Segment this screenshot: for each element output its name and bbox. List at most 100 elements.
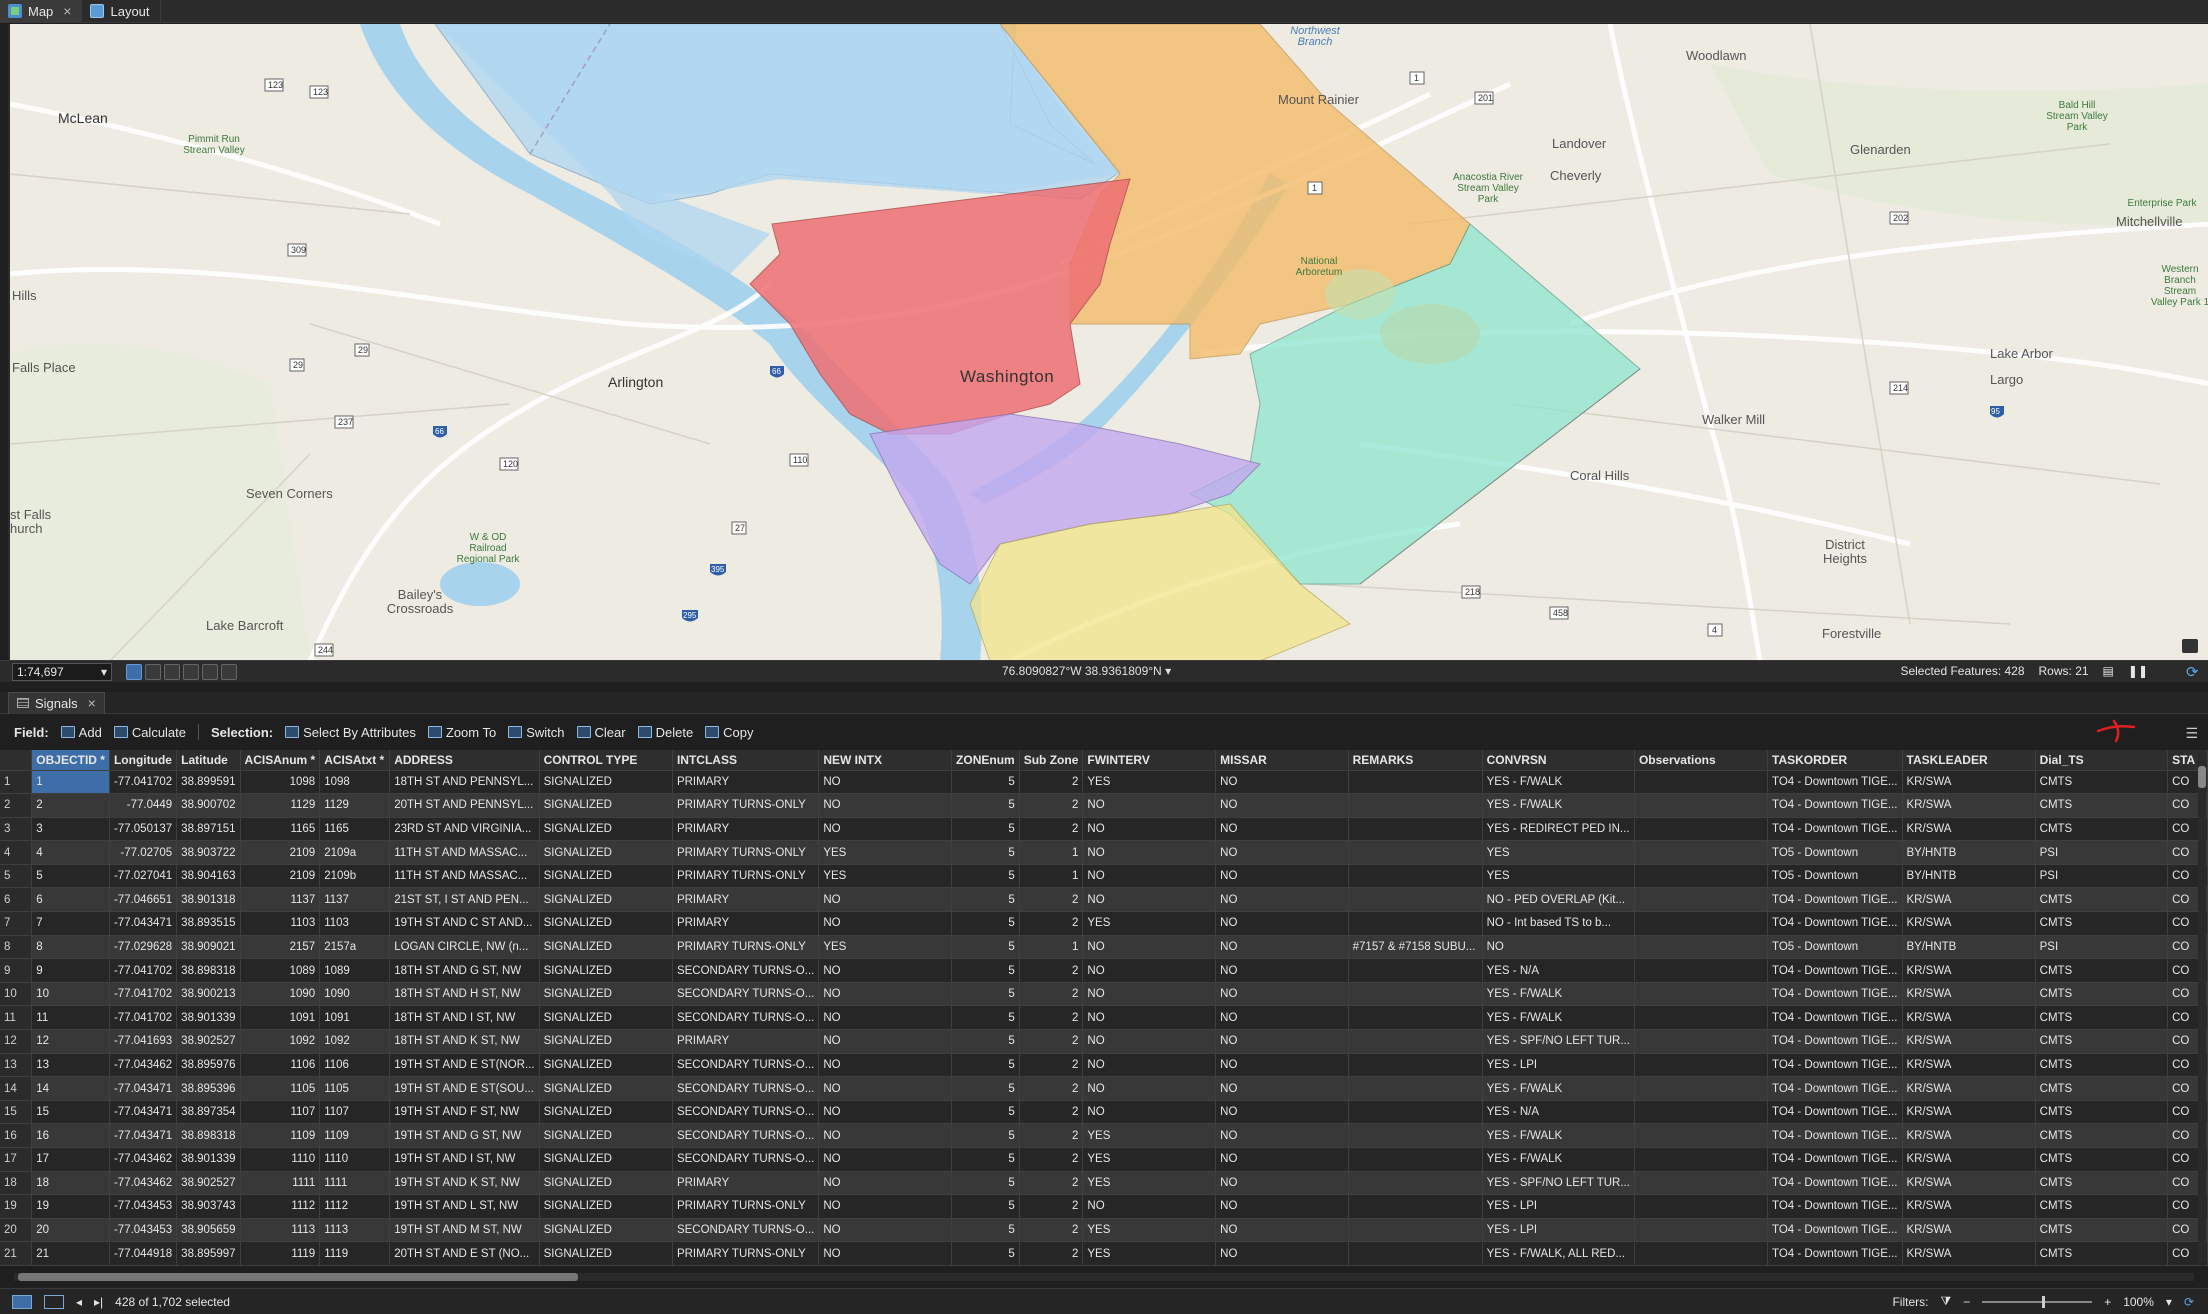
column-header[interactable]: OBJECTID *	[31, 750, 110, 771]
fixed-zoom-icon[interactable]	[202, 663, 218, 680]
column-header[interactable]: ZONEnum	[951, 750, 1020, 771]
refresh-icon[interactable]: ⟳	[2186, 663, 2202, 681]
vertical-scrollbar[interactable]	[2198, 752, 2206, 1262]
last-record-icon[interactable]: ▸|	[94, 1295, 103, 1309]
table-row[interactable]: 9 9 -77.041702 38.898318 1089 1089 18TH ST AND…	[0, 958, 2208, 983]
row-number[interactable]: 18	[0, 1171, 33, 1196]
table-row[interactable]: 12 12 -77.041693 38.902527 1092 1092 18TH ST A…	[0, 1029, 2208, 1054]
table-row[interactable]: 11 11 -77.041702 38.901339 1091 1091 18TH ST A…	[0, 1005, 2208, 1031]
column-header[interactable]: TASKLEADER	[1902, 750, 2036, 771]
explore-tool-icon[interactable]	[126, 663, 142, 680]
zoom-level[interactable]: 100%	[2123, 1295, 2154, 1309]
column-header[interactable]: ACISAtxt *	[319, 750, 391, 771]
filter-icon[interactable]: ⧩	[1940, 1294, 1951, 1309]
table-row[interactable]: 18 18 -77.043462 38.902527 1111 1111 19TH ST A…	[0, 1171, 2208, 1196]
row-number[interactable]: 19	[0, 1194, 33, 1219]
clear-button[interactable]: Clear	[576, 725, 626, 740]
table-row[interactable]: 2 2 -77.0449 38.900702 1129 1129 20TH ST AND P…	[0, 793, 2208, 818]
select-all-corner[interactable]	[0, 750, 33, 771]
table-row[interactable]: 10 10 -77.041702 38.900213 1090 1090 18TH ST A…	[0, 982, 2208, 1007]
zoom-out-icon[interactable]: −	[1963, 1295, 1970, 1309]
table-options-menu-icon[interactable]: ☰	[2185, 725, 2198, 742]
row-number[interactable]: 8	[0, 935, 33, 960]
refresh-icon[interactable]: ⟳	[2184, 1295, 2194, 1309]
row-number[interactable]: 15	[0, 1100, 33, 1125]
row-number[interactable]: 5	[0, 864, 33, 889]
table-row[interactable]: 1 1 -77.041702 38.899591 1098 1098 18TH ST AND…	[0, 770, 2208, 795]
select-by-attributes-button[interactable]: Select By Attributes	[285, 725, 416, 740]
row-number[interactable]: 7	[0, 911, 33, 936]
table-row[interactable]: 21 21 -77.044918 38.895997 1119 1119 20TH ST A…	[0, 1241, 2208, 1266]
row-number[interactable]: 2	[0, 793, 33, 818]
close-icon[interactable]: ×	[63, 3, 71, 19]
row-number[interactable]: 13	[0, 1053, 33, 1078]
row-number[interactable]: 21	[0, 1241, 33, 1266]
tab-layout[interactable]: Layout	[82, 0, 161, 22]
table-row[interactable]: 4 4 -77.02705 38.903722 2109 2109a 11TH ST AND…	[0, 840, 2208, 865]
row-number[interactable]: 20	[0, 1218, 33, 1243]
grid-tool-icon[interactable]	[145, 663, 161, 680]
table-row[interactable]: 7 7 -77.043471 38.893515 1103 1103 19TH ST AND…	[0, 911, 2208, 936]
row-number[interactable]: 11	[0, 1005, 33, 1031]
coordinate-readout[interactable]: 76.8090827°W 38.9361809°N ▾	[1002, 664, 1171, 678]
add-field-button[interactable]: Add	[60, 725, 102, 740]
column-header[interactable]: MISSAR	[1215, 750, 1349, 771]
column-header[interactable]: ACISAnum *	[240, 750, 321, 771]
rotate-icon[interactable]	[221, 663, 237, 680]
zoom-slider[interactable]	[1982, 1295, 2093, 1308]
column-header[interactable]: ADDRESS	[389, 750, 540, 771]
column-header[interactable]: REMARKS	[1348, 750, 1483, 771]
column-header[interactable]: NEW INTX	[818, 750, 953, 771]
chevron-down-icon[interactable]: ▾	[2166, 1295, 2172, 1309]
table-view-icon[interactable]: ▤	[2103, 664, 2114, 678]
pause-icon[interactable]: ❚❚	[2128, 664, 2148, 678]
selected-features-count[interactable]: Selected Features: 428	[1900, 664, 2024, 678]
row-number[interactable]: 6	[0, 887, 33, 913]
first-record-icon[interactable]: ◂	[76, 1295, 82, 1309]
calculate-button[interactable]: Calculate	[113, 725, 186, 740]
row-number[interactable]: 3	[0, 817, 33, 842]
table-row[interactable]: 17 17 -77.043462 38.901339 1110 1110 19TH ST A…	[0, 1147, 2208, 1172]
column-header[interactable]: Observations	[1634, 750, 1769, 771]
row-number[interactable]: 16	[0, 1123, 33, 1148]
row-number[interactable]: 17	[0, 1147, 33, 1172]
show-all-records-icon[interactable]	[12, 1294, 32, 1309]
column-header[interactable]: FWINTERV	[1082, 750, 1217, 771]
snapping-icon[interactable]	[164, 663, 180, 680]
row-number[interactable]: 1	[0, 770, 33, 795]
table-row[interactable]: 20 20 -77.043453 38.905659 1113 1113 19TH ST A…	[0, 1218, 2208, 1243]
copy-button[interactable]: Copy	[705, 725, 754, 740]
scrollbar-thumb[interactable]	[2198, 766, 2206, 788]
table-row[interactable]: 15 15 -77.043471 38.897354 1107 1107 19TH ST A…	[0, 1100, 2208, 1125]
horizontal-scrollbar[interactable]	[14, 1273, 2194, 1281]
table-row[interactable]: 6 6 -77.046651 38.901318 1137 1137 21ST ST, I …	[0, 887, 2208, 913]
table-row[interactable]: 16 16 -77.043471 38.898318 1109 1109 19TH ST A…	[0, 1123, 2208, 1148]
column-header[interactable]: Latitude	[176, 750, 241, 771]
table-row[interactable]: 3 3 -77.050137 38.897151 1165 1165 23RD ST AND…	[0, 817, 2208, 842]
table-row[interactable]: 19 19 -77.043453 38.903743 1112 1112 19TH ST A…	[0, 1194, 2208, 1219]
zoom-to-button[interactable]: Zoom To	[427, 725, 496, 740]
row-number[interactable]: 4	[0, 840, 33, 865]
table-row[interactable]: 5 5 -77.027041 38.904163 2109 2109b 11TH ST AN…	[0, 864, 2208, 889]
attribute-table[interactable]: OBJECTID * Longitude Latitude ACISAnum * ACI…	[0, 750, 2208, 1270]
row-number[interactable]: 9	[0, 958, 33, 983]
scrollbar-thumb[interactable]	[18, 1273, 578, 1281]
scale-dropdown[interactable]: 1:74,697 ▾	[12, 662, 112, 681]
row-number[interactable]: 14	[0, 1076, 33, 1101]
close-icon[interactable]: ×	[88, 695, 96, 711]
column-header[interactable]: INTCLASS	[672, 750, 820, 771]
tab-signals[interactable]: Signals ×	[8, 691, 105, 714]
row-number[interactable]: 12	[0, 1029, 33, 1054]
table-row[interactable]: 13 13 -77.043462 38.895976 1106 1106 19TH ST A…	[0, 1053, 2208, 1078]
tab-map[interactable]: Map ×	[0, 0, 83, 22]
map-view[interactable]: 123 123 309 29 29 237 120 110 27 244 201…	[8, 24, 2208, 661]
switch-button[interactable]: Switch	[508, 725, 565, 740]
table-row[interactable]: 8 8 -77.029628 38.909021 2157 2157a LOGAN CIRC…	[0, 935, 2208, 960]
delete-button[interactable]: Delete	[637, 725, 693, 740]
row-number[interactable]: 10	[0, 982, 33, 1007]
column-header[interactable]: Sub Zone	[1019, 750, 1084, 771]
column-header[interactable]: CONTROL TYPE	[539, 750, 673, 771]
crosshair-icon[interactable]	[183, 663, 199, 680]
column-header[interactable]: CONVRSN	[1482, 750, 1635, 771]
column-header[interactable]: Longitude	[109, 750, 178, 771]
